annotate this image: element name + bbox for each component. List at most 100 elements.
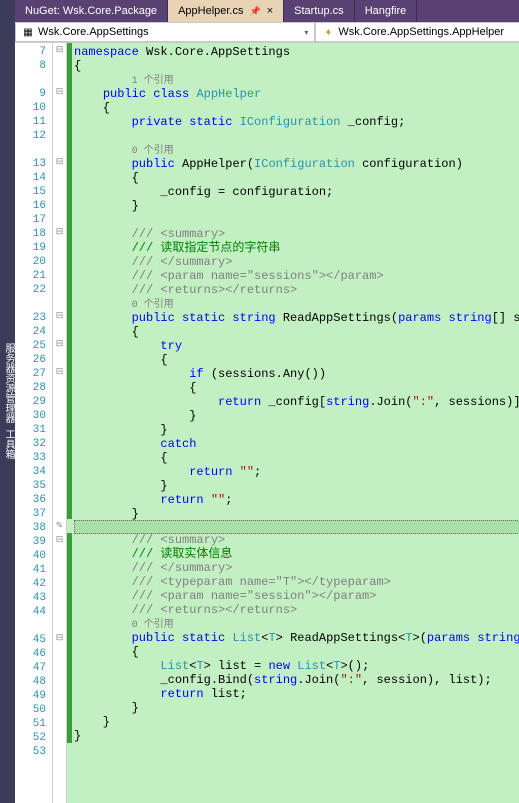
line-number: 35	[15, 479, 52, 493]
code-line[interactable]: return _config[string.Join(":", sessions…	[74, 395, 519, 409]
code-line[interactable]: /// <returns></returns>	[74, 283, 519, 297]
code-line[interactable]: _config = configuration;	[74, 185, 519, 199]
pin-icon[interactable]: 📌	[250, 6, 261, 17]
code-line[interactable]: if (sessions.Any())	[74, 367, 519, 381]
code-line[interactable]: /// <summary>	[74, 533, 519, 547]
code-line[interactable]: }	[74, 729, 519, 743]
tab-hangfire[interactable]: Hangfire	[355, 0, 418, 22]
code-line[interactable]: /// <param name="sessions"></param>	[74, 269, 519, 283]
code-line[interactable]	[74, 129, 519, 143]
collapse-icon[interactable]: ⊟	[53, 365, 66, 379]
margin-cell	[53, 645, 66, 659]
code-line[interactable]: /// <param name="session"></param>	[74, 589, 519, 603]
margin-cell	[53, 589, 66, 603]
margin-cell	[53, 603, 66, 617]
code-area[interactable]: namespace Wsk.Core.AppSettings{ 1 个引用 pu…	[72, 43, 519, 803]
code-line[interactable]: }	[74, 715, 519, 729]
margin-cell	[53, 729, 66, 743]
margin-cell	[53, 407, 66, 421]
margin-cell	[53, 491, 66, 505]
code-line[interactable]: return list;	[74, 687, 519, 701]
code-line[interactable]: /// 读取实体信息	[74, 547, 519, 561]
line-number: 8	[15, 59, 52, 73]
line-number: 11	[15, 115, 52, 129]
line-number: 51	[15, 717, 52, 731]
margin-cell	[53, 379, 66, 393]
code-line[interactable]: public static List<T> ReadAppSettings<T>…	[74, 631, 519, 645]
line-number: 42	[15, 577, 52, 591]
line-number-gutter: 78 9101112 13141516171819202122 23242526…	[15, 43, 53, 803]
close-icon[interactable]: ×	[267, 5, 273, 17]
collapse-icon[interactable]: ⊟	[53, 337, 66, 351]
code-line[interactable]: _config.Bind(string.Join(":", session), …	[74, 673, 519, 687]
line-number: 29	[15, 395, 52, 409]
collapse-icon[interactable]: ⊟	[53, 225, 66, 239]
tab-nuget[interactable]: NuGet: Wsk.Core.Package	[15, 0, 168, 22]
line-number: 18	[15, 227, 52, 241]
code-editor[interactable]: 78 9101112 13141516171819202122 23242526…	[15, 43, 519, 803]
line-number: 26	[15, 353, 52, 367]
codelens-references[interactable]: 0 个引用	[74, 617, 519, 631]
line-number: 44	[15, 605, 52, 619]
code-line[interactable]: }	[74, 423, 519, 437]
code-line[interactable]: public static string ReadAppSettings(par…	[74, 311, 519, 325]
collapse-icon[interactable]: ⊟	[53, 309, 66, 323]
collapse-icon[interactable]: ⊟	[53, 155, 66, 169]
line-number: 30	[15, 409, 52, 423]
code-line[interactable]: List<T> list = new List<T>();	[74, 659, 519, 673]
nav-class-dropdown[interactable]: ♦ Wsk.Core.AppSettings.AppHelper	[315, 22, 519, 42]
codelens-references[interactable]: 0 个引用	[74, 297, 519, 311]
code-line[interactable]: private static IConfiguration _config;	[74, 115, 519, 129]
navigation-bar: ▦ Wsk.Core.AppSettings ▾ ♦ Wsk.Core.AppS…	[15, 22, 519, 43]
collapse-icon[interactable]: ⊟	[53, 85, 66, 99]
margin-cell	[53, 197, 66, 211]
outline-margin[interactable]: ⊟⊟⊟⊟⊟⊟⊟✎⊟⊟	[53, 43, 67, 803]
code-line[interactable]: }	[74, 507, 519, 521]
line-number: 24	[15, 325, 52, 339]
code-line[interactable]: /// <returns></returns>	[74, 603, 519, 617]
code-line[interactable]: {	[74, 325, 519, 339]
code-line[interactable]: }	[74, 199, 519, 213]
code-line[interactable]: try	[74, 339, 519, 353]
code-line[interactable]: public AppHelper(IConfiguration configur…	[74, 157, 519, 171]
code-line[interactable]	[74, 213, 519, 227]
line-number: 9	[15, 87, 52, 101]
code-line[interactable]: {	[74, 451, 519, 465]
margin-cell	[53, 127, 66, 141]
code-line[interactable]: /// <summary>	[74, 227, 519, 241]
code-line[interactable]: return "";	[74, 465, 519, 479]
code-line[interactable]: /// </summary>	[74, 561, 519, 575]
code-line[interactable]: {	[74, 171, 519, 185]
nav-project-dropdown[interactable]: ▦ Wsk.Core.AppSettings ▾	[15, 22, 315, 42]
margin-cell	[53, 253, 66, 267]
code-line[interactable]: return "";	[74, 493, 519, 507]
tool-window-tabs[interactable]: 服务器资源管理器 工具箱	[0, 0, 15, 803]
code-line[interactable]: }	[74, 479, 519, 493]
code-line[interactable]: public class AppHelper	[74, 87, 519, 101]
code-line[interactable]: /// 读取指定节点的字符串	[74, 241, 519, 255]
code-line[interactable]: {	[74, 59, 519, 73]
codelens-references[interactable]: 0 个引用	[74, 143, 519, 157]
code-line[interactable]	[74, 743, 519, 757]
codelens-references[interactable]: 1 个引用	[74, 73, 519, 87]
line-number: 47	[15, 661, 52, 675]
code-line[interactable]: }	[74, 701, 519, 715]
code-line[interactable]: namespace Wsk.Core.AppSettings	[74, 45, 519, 59]
code-line[interactable]: {	[74, 645, 519, 659]
collapse-icon[interactable]: ⊟	[53, 631, 66, 645]
tab-apphelper[interactable]: AppHelper.cs 📌 ×	[168, 0, 284, 22]
code-line[interactable]: {	[74, 381, 519, 395]
code-line[interactable]: {	[74, 353, 519, 367]
line-number: 45	[15, 633, 52, 647]
line-number: 33	[15, 451, 52, 465]
tab-startup[interactable]: Startup.cs	[284, 0, 355, 22]
code-line[interactable]: /// <typeparam name="T"></typeparam>	[74, 575, 519, 589]
code-line[interactable]: }	[74, 409, 519, 423]
collapse-icon[interactable]: ⊟	[53, 43, 66, 57]
code-line[interactable]: /// </summary>	[74, 255, 519, 269]
code-line[interactable]	[74, 520, 519, 534]
code-line[interactable]: {	[74, 101, 519, 115]
line-number: 52	[15, 731, 52, 745]
collapse-icon[interactable]: ⊟	[53, 533, 66, 547]
code-line[interactable]: catch	[74, 437, 519, 451]
